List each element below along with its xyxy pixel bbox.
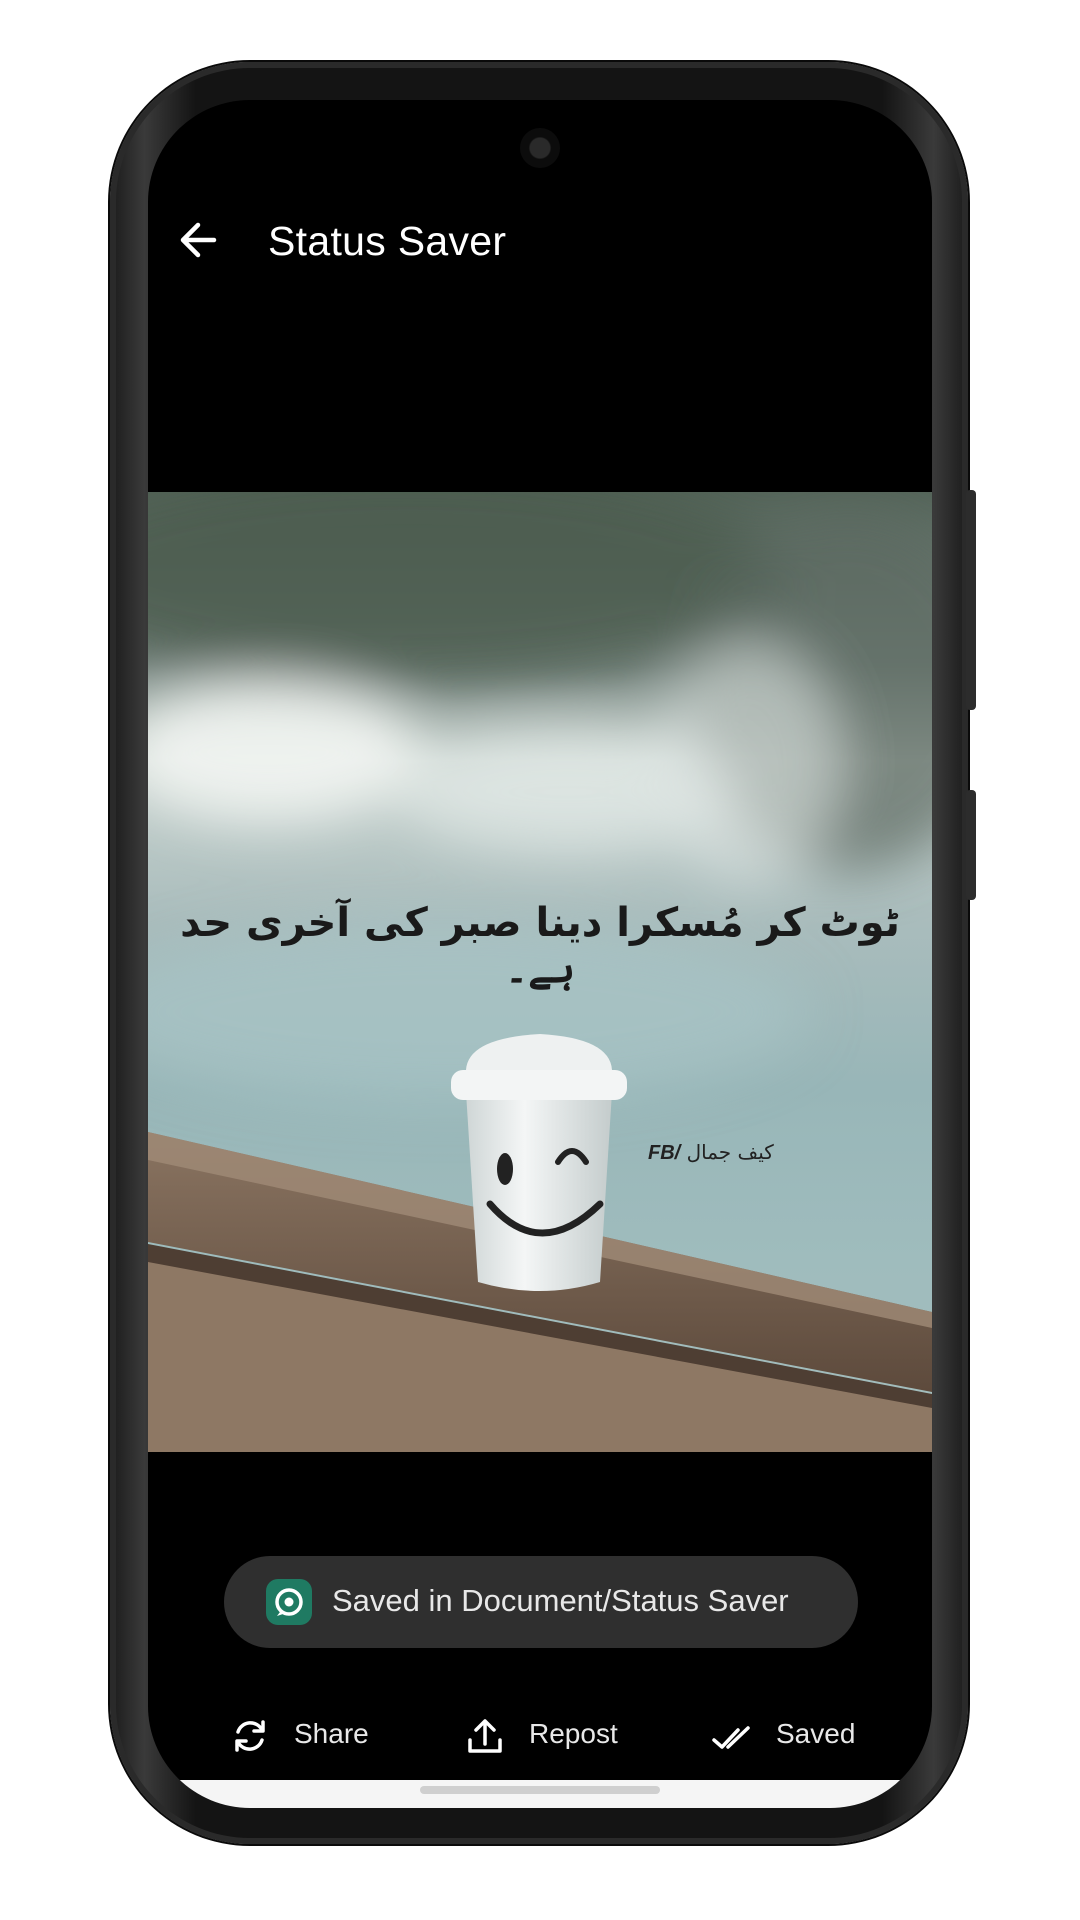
saved-snackbar: Saved in Document/Status Saver [224, 1556, 858, 1648]
front-camera [520, 128, 560, 168]
saved-button[interactable]: Saved [710, 1700, 890, 1770]
share-button[interactable]: Share [228, 1700, 398, 1770]
action-bar: Share Repost Saved [148, 1700, 932, 1770]
status-credit: FB/ کیف جمال [648, 1140, 808, 1165]
credit-tag: FB/ [648, 1142, 681, 1164]
back-button[interactable] [170, 212, 226, 268]
share-sync-icon [235, 1720, 265, 1752]
power-button [966, 790, 976, 900]
upload-icon [468, 1719, 502, 1753]
status-quote: ٹوٹ کر مُسکرا دینا صبر کی آخری حد ہے۔ [180, 900, 900, 992]
gesture-bar-area [148, 1780, 932, 1808]
status-saver-app-icon [266, 1579, 312, 1625]
phone-screen: Status Saver ٹوٹ کر مُسکرا دینا صبر کی آ… [148, 100, 932, 1808]
snackbar-message: Saved in Document/Status Saver [332, 1583, 789, 1618]
share-label: Share [294, 1718, 369, 1749]
repost-label: Repost [529, 1718, 618, 1749]
double-check-icon [712, 1726, 750, 1749]
volume-button [966, 490, 976, 710]
home-indicator[interactable] [420, 1786, 660, 1794]
page-title: Status Saver [268, 218, 507, 264]
status-image[interactable]: ٹوٹ کر مُسکرا دینا صبر کی آخری حد ہے۔ FB… [148, 492, 932, 1452]
credit-name: کیف جمال [686, 1140, 774, 1164]
repost-button[interactable]: Repost [463, 1700, 653, 1770]
arrow-left-icon [180, 222, 217, 258]
saved-label: Saved [776, 1718, 856, 1749]
app-bar: Status Saver [148, 200, 932, 280]
